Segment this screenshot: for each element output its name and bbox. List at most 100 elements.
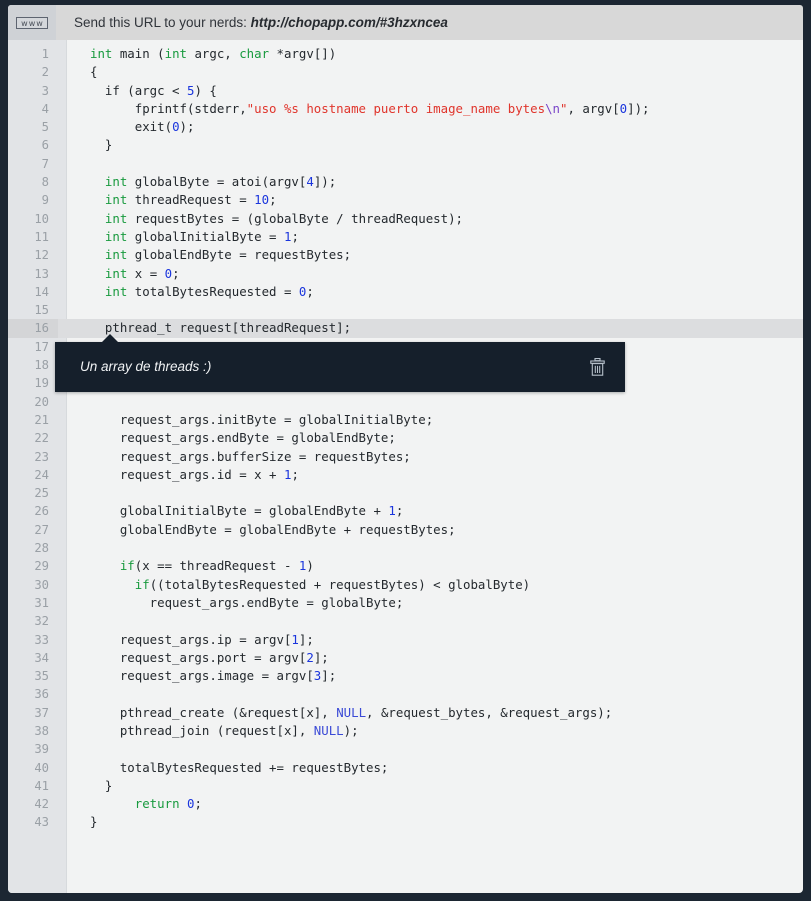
code-line[interactable]: 41 } xyxy=(8,777,803,795)
code-token: int xyxy=(105,247,127,262)
line-code: totalBytesRequested += requestBytes; xyxy=(68,759,803,777)
code-token: ; xyxy=(172,266,179,281)
code-token: *argv[]) xyxy=(269,46,336,61)
line-number: 25 xyxy=(8,484,58,502)
code-line[interactable]: 39 xyxy=(8,740,803,758)
code-line[interactable]: 36 xyxy=(8,685,803,703)
www-icon: www xyxy=(16,17,48,29)
code-line[interactable]: 5 exit(0); xyxy=(8,118,803,136)
code-line[interactable]: 27 globalEndByte = globalEndByte + reque… xyxy=(8,521,803,539)
code-line[interactable]: 1int main (int argc, char *argv[]) xyxy=(8,45,803,63)
code-line[interactable]: 4 fprintf(stderr,"uso %s hostname puerto… xyxy=(8,100,803,118)
share-url-link[interactable]: http://chopapp.com/#3hzxncea xyxy=(251,15,448,30)
code-line[interactable]: 15 xyxy=(8,301,803,319)
code-line[interactable]: 23 request_args.bufferSize = requestByte… xyxy=(8,448,803,466)
code-line[interactable]: 12 int globalEndByte = requestBytes; xyxy=(8,246,803,264)
code-line[interactable]: 29 if(x == threadRequest - 1) xyxy=(8,557,803,575)
code-token: globalEndByte = requestBytes; xyxy=(127,247,351,262)
code-line[interactable]: 43} xyxy=(8,813,803,831)
code-line[interactable]: 33 request_args.ip = argv[1]; xyxy=(8,631,803,649)
code-line[interactable]: 8 int globalByte = atoi(argv[4]); xyxy=(8,173,803,191)
code-line[interactable]: 10 int requestBytes = (globalByte / thre… xyxy=(8,210,803,228)
line-code: int globalEndByte = requestBytes; xyxy=(68,246,803,264)
code-line[interactable]: 25 xyxy=(8,484,803,502)
code-line[interactable]: 30 if((totalBytesRequested + requestByte… xyxy=(8,576,803,594)
code-line[interactable]: 7 xyxy=(8,155,803,173)
code-token: threadRequest = xyxy=(127,192,254,207)
code-token: ); xyxy=(180,119,195,134)
code-line[interactable]: 26 globalInitialByte = globalEndByte + 1… xyxy=(8,502,803,520)
line-number: 39 xyxy=(8,740,58,758)
code-line[interactable]: 16 pthread_t request[threadRequest]; xyxy=(8,319,803,337)
code-token: argc, xyxy=(187,46,239,61)
code-line[interactable]: 32 xyxy=(8,612,803,630)
line-number: 19 xyxy=(8,374,58,392)
code-line[interactable]: 37 pthread_create (&request[x], NULL, &r… xyxy=(8,704,803,722)
line-number: 12 xyxy=(8,246,58,264)
code-token xyxy=(90,192,105,207)
code-token: int xyxy=(105,211,127,226)
line-number: 8 xyxy=(8,173,58,191)
line-number: 40 xyxy=(8,759,58,777)
code-line[interactable]: 42 return 0; xyxy=(8,795,803,813)
code-viewer[interactable]: 1int main (int argc, char *argv[])2{3 if… xyxy=(8,40,803,893)
code-line[interactable]: 22 request_args.endByte = globalEndByte; xyxy=(8,429,803,447)
line-code: request_args.endByte = globalEndByte; xyxy=(68,429,803,447)
code-token: int xyxy=(105,174,127,189)
code-token xyxy=(90,211,105,226)
code-token: int xyxy=(90,46,112,61)
line-code: { xyxy=(68,63,803,81)
code-line[interactable]: 24 request_args.id = x + 1; xyxy=(8,466,803,484)
trash-icon[interactable] xyxy=(569,358,625,376)
code-token xyxy=(90,247,105,262)
line-number: 22 xyxy=(8,429,58,447)
line-number: 10 xyxy=(8,210,58,228)
line-number: 27 xyxy=(8,521,58,539)
line-code: pthread_create (&request[x], NULL, &requ… xyxy=(68,704,803,722)
code-line[interactable]: 20 xyxy=(8,393,803,411)
code-token: ; xyxy=(291,467,298,482)
code-line[interactable]: 6 } xyxy=(8,136,803,154)
code-line[interactable]: 28 xyxy=(8,539,803,557)
code-line[interactable]: 31 request_args.endByte = globalByte; xyxy=(8,594,803,612)
code-token: pthread_t request[threadRequest]; xyxy=(90,320,351,335)
line-number: 18 xyxy=(8,356,58,374)
app-window: www Send this URL to your nerds: http://… xyxy=(0,0,811,901)
line-number: 33 xyxy=(8,631,58,649)
popover-arrow-icon xyxy=(101,334,119,343)
code-token: ]); xyxy=(627,101,649,116)
code-line[interactable]: 34 request_args.port = argv[2]; xyxy=(8,649,803,667)
inline-comment-popover[interactable]: Un array de threads :) xyxy=(55,342,625,392)
code-token: request_args.port = argv[ xyxy=(90,650,306,665)
code-line[interactable]: 13 int x = 0; xyxy=(8,265,803,283)
code-line[interactable]: 21 request_args.initByte = globalInitial… xyxy=(8,411,803,429)
line-code: if(x == threadRequest - 1) xyxy=(68,557,803,575)
code-line[interactable]: 11 int globalInitialByte = 1; xyxy=(8,228,803,246)
code-line[interactable]: 35 request_args.image = argv[3]; xyxy=(8,667,803,685)
line-code: exit(0); xyxy=(68,118,803,136)
line-code: globalInitialByte = globalEndByte + 1; xyxy=(68,502,803,520)
code-line[interactable]: 2{ xyxy=(8,63,803,81)
line-number: 26 xyxy=(8,502,58,520)
line-code: request_args.initByte = globalInitialByt… xyxy=(68,411,803,429)
line-number: 3 xyxy=(8,82,58,100)
code-token: char xyxy=(239,46,269,61)
line-code: pthread_t request[threadRequest]; xyxy=(68,319,803,337)
line-number: 1 xyxy=(8,45,58,63)
code-token: NULL xyxy=(336,705,366,720)
code-token: request_args.endByte = globalEndByte; xyxy=(90,430,396,445)
code-token xyxy=(90,577,135,592)
line-code: int totalBytesRequested = 0; xyxy=(68,283,803,301)
code-token: { xyxy=(90,64,97,79)
line-code: } xyxy=(68,136,803,154)
code-token: } xyxy=(90,814,97,829)
code-token xyxy=(180,796,187,811)
code-line[interactable]: 9 int threadRequest = 10; xyxy=(8,191,803,209)
code-line[interactable]: 3 if (argc < 5) { xyxy=(8,82,803,100)
code-token: request_args.id = x + xyxy=(90,467,284,482)
code-line[interactable]: 38 pthread_join (request[x], NULL); xyxy=(8,722,803,740)
code-line[interactable]: 40 totalBytesRequested += requestBytes; xyxy=(8,759,803,777)
code-line[interactable]: 14 int totalBytesRequested = 0; xyxy=(8,283,803,301)
code-token xyxy=(90,174,105,189)
code-token: totalBytesRequested = xyxy=(127,284,299,299)
